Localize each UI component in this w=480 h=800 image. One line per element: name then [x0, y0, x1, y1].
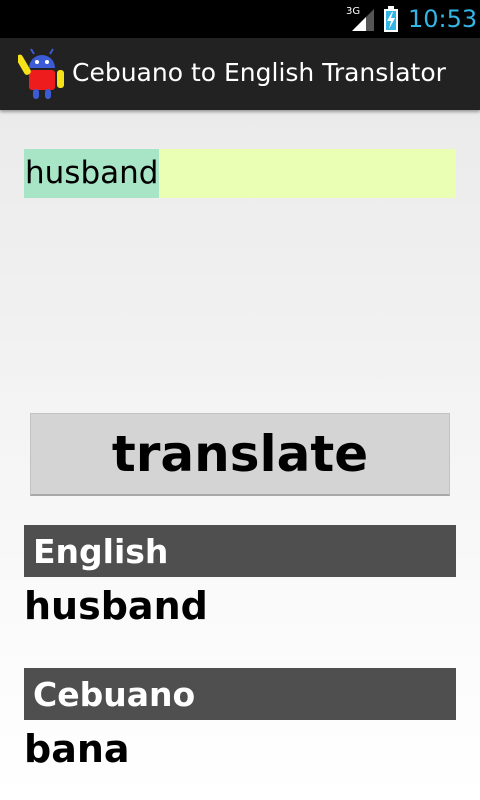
status-bar: 3G 10:53 — [0, 0, 480, 38]
signal-icon — [352, 9, 374, 31]
cebuano-result-text: bana — [24, 727, 130, 771]
cebuano-input-field[interactable]: husband — [24, 149, 456, 198]
english-result-text: husband — [24, 584, 208, 628]
android-robot-icon[interactable] — [18, 48, 66, 100]
battery-charging-icon — [384, 6, 398, 32]
app-title: Cebuano to English Translator — [72, 58, 446, 87]
cebuano-section-header: Cebuano — [24, 668, 456, 720]
input-selected-text[interactable]: husband — [24, 149, 160, 198]
english-section-header: English — [24, 525, 456, 577]
clock: 10:53 — [408, 5, 478, 33]
translate-button[interactable]: translate — [30, 413, 450, 496]
